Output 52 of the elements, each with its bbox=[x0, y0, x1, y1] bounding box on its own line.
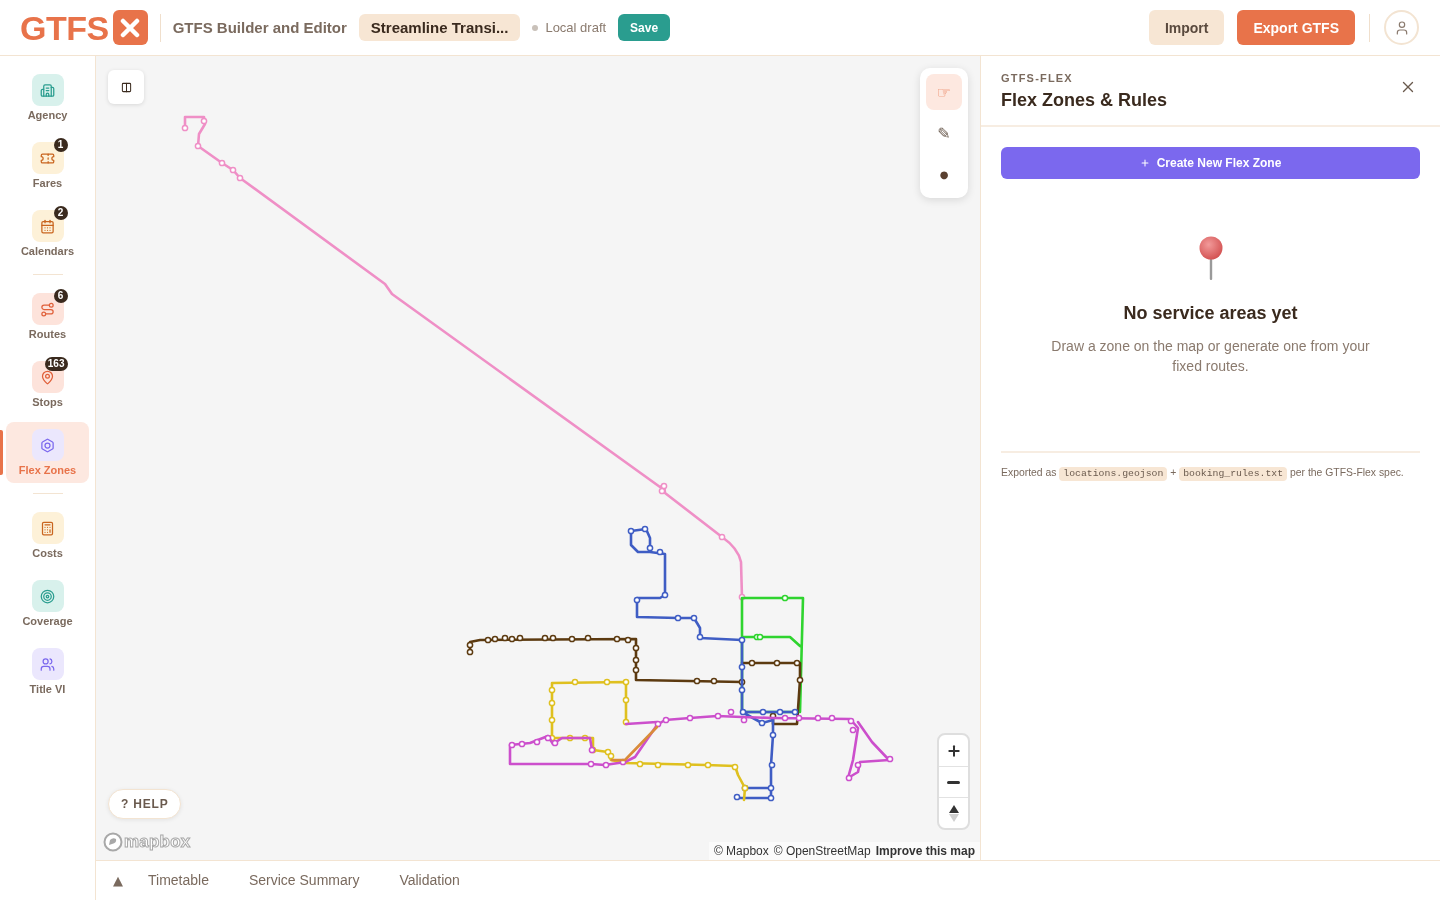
sidebar-item[interactable]: Agency bbox=[6, 67, 89, 128]
building-icon bbox=[31, 74, 64, 106]
sidebar-item[interactable]: Coverage bbox=[6, 573, 89, 634]
minus-icon bbox=[947, 780, 960, 784]
bottom-tab[interactable]: Service Summary bbox=[228, 861, 380, 900]
columns-icon bbox=[120, 81, 132, 93]
compass-icon bbox=[948, 804, 959, 822]
panel-eyebrow: GTFS-FLEX bbox=[1001, 72, 1074, 85]
count-badge: 163 bbox=[44, 357, 68, 371]
sidebar-item[interactable]: 163 Stops bbox=[6, 354, 89, 415]
attribution-link[interactable]: © OpenStreetMap bbox=[773, 844, 871, 858]
panel-toggle-button[interactable] bbox=[108, 70, 144, 104]
empty-state-title: No service areas yet bbox=[1123, 302, 1298, 325]
ticket-icon bbox=[31, 142, 64, 174]
attribution-link[interactable]: © Mapbox bbox=[713, 844, 769, 858]
sidebar-item[interactable]: Costs bbox=[6, 505, 89, 566]
mapbox-logo-icon bbox=[103, 831, 123, 852]
logo-wordmark: GTFS bbox=[20, 10, 109, 45]
project-name-button[interactable]: Streamline Transi... bbox=[358, 14, 521, 41]
plus-icon bbox=[945, 742, 962, 759]
import-button[interactable]: Import bbox=[1148, 10, 1225, 45]
map-pin-icon bbox=[31, 361, 64, 393]
sidebar-item[interactable]: 2 Calendars bbox=[6, 203, 89, 264]
attribution-link[interactable]: Improve this map bbox=[875, 844, 975, 858]
map-tool-button[interactable]: ✎ bbox=[926, 115, 962, 151]
pushpin-icon bbox=[1197, 236, 1224, 280]
export-note: Exported as locations.geojson + booking_rules.txt per the GTFS-Flex spec. bbox=[1001, 466, 1404, 482]
status-dot-icon bbox=[532, 24, 539, 31]
app-title: GTFS Builder and Editor bbox=[172, 19, 347, 36]
export-button[interactable]: Export GTFS bbox=[1237, 10, 1355, 45]
users-icon bbox=[31, 648, 64, 680]
selection-indicator bbox=[0, 430, 3, 475]
bottom-tab[interactable]: Validation bbox=[379, 861, 480, 900]
bottom-tab[interactable]: Timetable bbox=[128, 861, 229, 900]
calculator-icon bbox=[31, 512, 64, 544]
empty-state-text: Draw a zone on the map or generate one from your fixed routes. bbox=[1050, 337, 1371, 376]
plus-icon bbox=[1139, 158, 1150, 168]
expand-toggle-button[interactable]: ▲ bbox=[108, 868, 128, 893]
create-zone-button[interactable]: Create New Flex Zone bbox=[1001, 147, 1420, 179]
save-button[interactable]: Save bbox=[618, 14, 671, 41]
draft-status: Local draft bbox=[545, 20, 607, 35]
route-icon bbox=[31, 293, 64, 325]
map-canvas[interactable]: ☞ ✎ ● ? HELP mapbox © Mapbox © OpenStreetMap Improve this map bbox=[96, 56, 980, 860]
sidebar-item[interactable]: 1 Fares bbox=[6, 135, 89, 196]
calendar-icon bbox=[31, 210, 64, 242]
x-mark-icon bbox=[112, 10, 148, 45]
sidebar-item[interactable]: 6 Routes bbox=[6, 286, 89, 347]
panel-title: Flex Zones & Rules bbox=[1001, 89, 1169, 111]
map-tool-button[interactable]: ● bbox=[926, 156, 962, 192]
help-button[interactable]: ? HELP bbox=[108, 789, 182, 819]
sidebar-item[interactable]: Title VI bbox=[6, 641, 89, 702]
target-icon bbox=[31, 580, 64, 612]
